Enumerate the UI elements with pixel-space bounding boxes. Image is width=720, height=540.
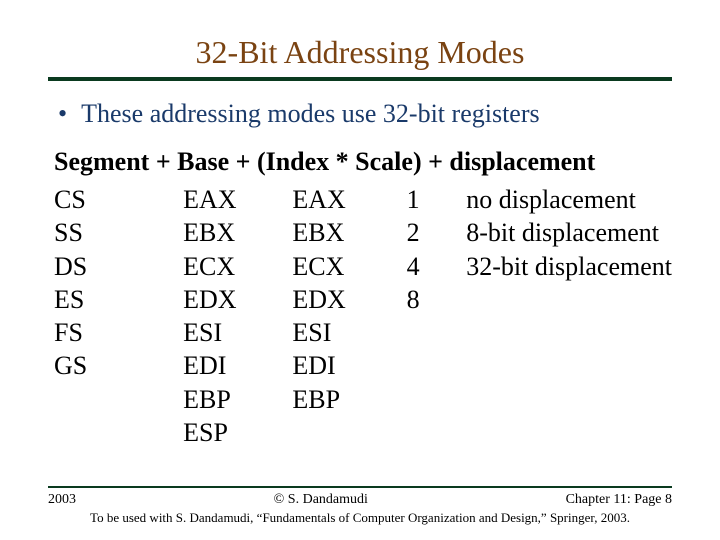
- bullet-text: These addressing modes use 32-bit regist…: [81, 99, 540, 129]
- column-index: EAX EBX ECX EDX ESI EDI EBP: [292, 183, 406, 449]
- footer-page: Chapter 11: Page 8: [566, 492, 672, 508]
- column-base: EAX EBX ECX EDX ESI EDI EBP ESP: [183, 183, 292, 449]
- footer-copyright: © S. Dandamudi: [76, 492, 566, 508]
- bullet-icon: •: [58, 101, 67, 127]
- column-displacement: no displacement 8-bit displacement 32-bi…: [466, 183, 672, 449]
- title-divider: [48, 77, 672, 81]
- columns-container: CS SS DS ES FS GS EAX EBX ECX EDX ESI ED…: [54, 183, 672, 449]
- slide-title: 32-Bit Addressing Modes: [48, 34, 672, 71]
- footer-year: 2003: [48, 492, 76, 508]
- footer-divider: [48, 486, 672, 488]
- footer-note: To be used with S. Dandamudi, “Fundament…: [48, 510, 672, 526]
- formula-header: Segment + Base + (Index * Scale) + displ…: [54, 147, 672, 177]
- column-scale: 1 2 4 8: [407, 183, 467, 449]
- bullet-item: • These addressing modes use 32-bit regi…: [58, 99, 672, 129]
- column-segment: CS SS DS ES FS GS: [54, 183, 183, 449]
